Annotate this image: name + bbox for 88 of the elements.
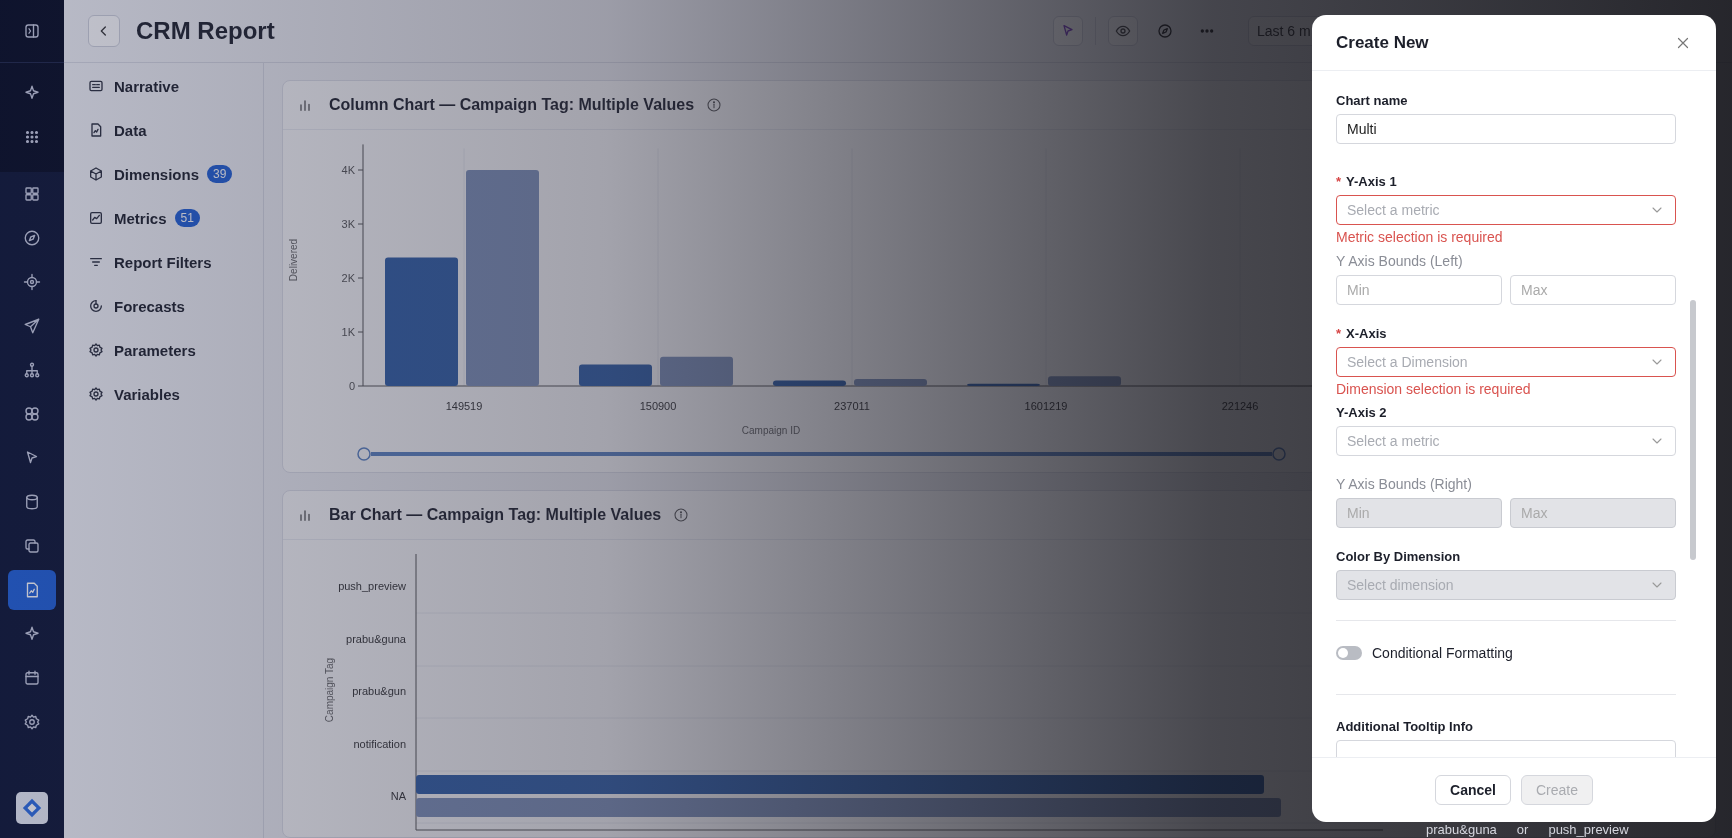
dashboard-icon: [23, 185, 41, 203]
grid-icon: [23, 128, 41, 146]
chart-title: Bar Chart — Campaign Tag: Multiple Values: [329, 506, 662, 524]
error-message: Metric selection is required: [1336, 229, 1504, 245]
compass-icon: [23, 229, 41, 247]
tick-label: 2K: [341, 272, 355, 284]
field-label: Chart name: [1336, 93, 1409, 108]
cancel-button[interactable]: Cancel: [1435, 775, 1511, 805]
field-label: * Y-Axis 1: [1336, 174, 1398, 189]
category-label: notification: [353, 738, 406, 750]
card-icon: [88, 78, 104, 94]
tick-label: 3K: [341, 218, 355, 230]
hierarchy-icon: [23, 361, 41, 379]
logo-icon[interactable]: [16, 792, 48, 824]
copy-icon: [23, 537, 41, 555]
max-field[interactable]: Max: [1510, 275, 1676, 305]
legend-text: push_preview: [1548, 822, 1629, 837]
panel-icon: [23, 22, 41, 40]
field-label: * X-Axis: [1336, 326, 1388, 341]
text-field[interactable]: Multi: [1336, 114, 1676, 144]
bar-chart-icon: [297, 507, 313, 523]
category-label: push_preview: [338, 580, 406, 592]
sparkle-icon: [23, 625, 41, 643]
chart-icon: [88, 210, 104, 226]
nav-item[interactable]: Parameters: [114, 341, 196, 359]
axis-title: Campaign Tag: [324, 657, 335, 723]
column-bar[interactable]: [660, 356, 733, 386]
category-label: prabu&gun: [352, 685, 406, 697]
send-icon: [23, 317, 41, 335]
field-label: Y Axis Bounds (Right): [1336, 476, 1473, 492]
nav-item[interactable]: Narrative: [114, 77, 180, 95]
tick-label: 4K: [341, 164, 355, 176]
category-label: 237011: [834, 400, 870, 412]
rail-button[interactable]: [8, 570, 56, 610]
error-message: Dimension selection is required: [1336, 381, 1532, 397]
cursor-button[interactable]: [1053, 16, 1083, 46]
nav-item[interactable]: Forecasts: [114, 297, 185, 315]
target-icon: [23, 273, 41, 291]
nav-item[interactable]: Metrics: [114, 209, 167, 227]
report-title: CRM Report: [136, 17, 275, 45]
axis-title: Campaign ID: [741, 425, 801, 436]
info-icon: [706, 97, 723, 113]
toggle-label: Conditional Formatting: [1372, 645, 1513, 661]
legend-text: prabu&guna: [1426, 822, 1497, 837]
category-label: 1601219: [1024, 400, 1068, 412]
nav-item[interactable]: Data: [114, 121, 147, 139]
legend-text: or: [1516, 822, 1529, 837]
field-label: Y-Axis 2: [1336, 405, 1388, 420]
tick-label: 1K: [341, 326, 355, 338]
chart-title: Column Chart — Campaign Tag: Multiple Values: [329, 96, 695, 114]
axis-title: Delivered: [288, 238, 299, 282]
cube-icon: [88, 166, 104, 182]
gauge-icon: [88, 298, 104, 314]
field-label: Color By Dimension: [1336, 549, 1462, 564]
slider-handle[interactable]: [1272, 447, 1286, 461]
preview-button[interactable]: [1108, 16, 1138, 46]
compass-icon: [1157, 23, 1173, 39]
circles-icon: [23, 405, 41, 423]
category-label: 149519: [445, 400, 483, 412]
field-label: Additional Tooltip Info: [1336, 719, 1474, 734]
category-label: NA: [390, 790, 406, 802]
tick-label: 0: [348, 380, 355, 392]
toggle-switch[interactable]: [1336, 646, 1362, 660]
database-icon: [23, 493, 41, 511]
slider-handle[interactable]: [357, 447, 371, 461]
nav-item[interactable]: Dimensions: [114, 165, 200, 183]
column-bar[interactable]: [773, 380, 846, 386]
nav-item[interactable]: Variables: [114, 385, 180, 403]
category-label: prabu&guna: [346, 633, 406, 645]
cursor-icon: [1060, 23, 1076, 39]
bar-chart-icon: [297, 97, 313, 113]
count-badge: 51: [174, 209, 200, 227]
document-chart-icon: [88, 122, 104, 138]
info-icon: [673, 507, 690, 523]
calendar-icon: [23, 669, 41, 687]
field-label: Y Axis Bounds (Left): [1336, 253, 1464, 269]
scrollbar-thumb[interactable]: [1690, 300, 1696, 560]
eye-icon: [1115, 23, 1131, 39]
column-bar[interactable]: [967, 383, 1040, 386]
sparkle-icon: [23, 84, 41, 102]
gear-icon: [88, 342, 104, 358]
column-bar[interactable]: [579, 364, 652, 386]
category-label: 150900: [639, 400, 677, 412]
nav-item[interactable]: Report Filters: [114, 253, 212, 271]
gear-icon: [88, 386, 104, 402]
count-badge: 39: [207, 165, 233, 183]
gear-icon: [23, 713, 41, 731]
min-field[interactable]: Min: [1336, 275, 1502, 305]
